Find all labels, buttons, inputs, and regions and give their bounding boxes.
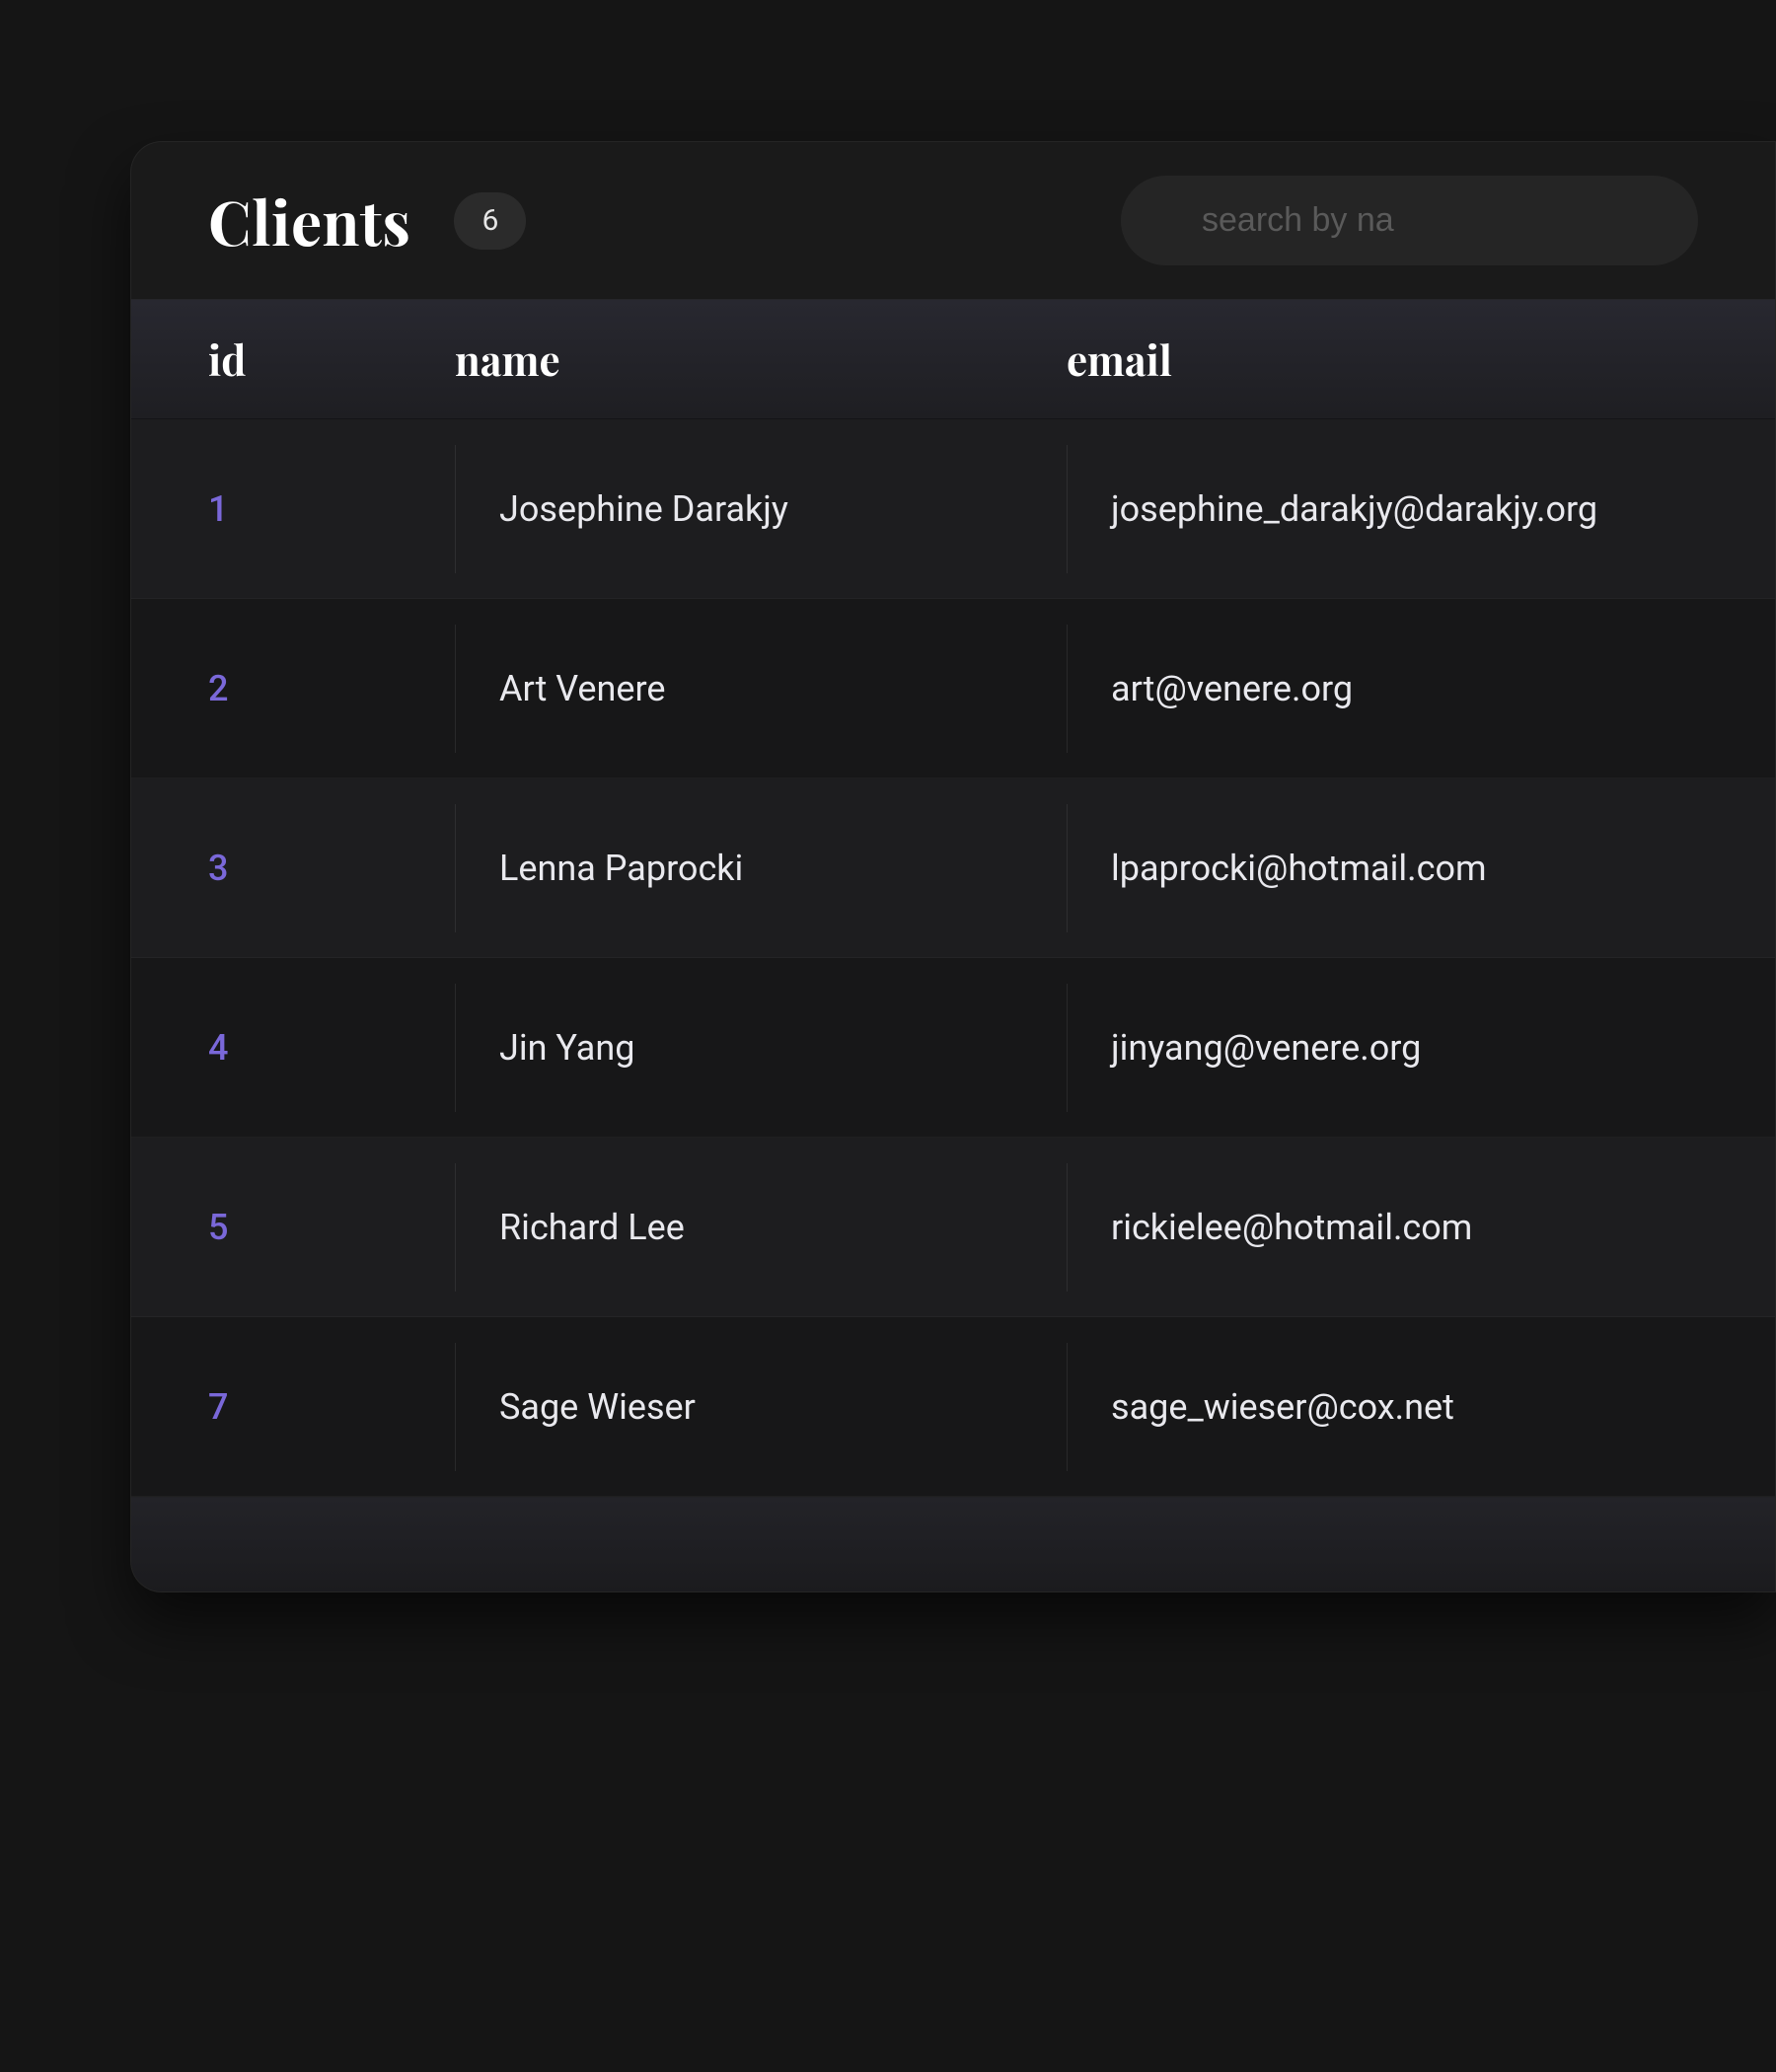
cell-name: Lenna Paprocki [455,804,1067,932]
cell-email: art@venere.org [1067,625,1698,753]
table-row[interactable]: 2 Art Venere art@venere.org [131,599,1775,778]
table-row[interactable]: 4 Jin Yang jinyang@venere.org [131,958,1775,1138]
panel-footer [131,1497,1775,1591]
cell-name: Sage Wieser [455,1343,1067,1471]
table-row[interactable]: 3 Lenna Paprocki lpaprocki@hotmail.com [131,778,1775,958]
cell-id: 3 [208,804,455,932]
cell-email: jinyang@venere.org [1067,984,1698,1112]
cell-id: 4 [208,984,455,1112]
cell-email: josephine_darakjy@darakjy.org [1067,445,1698,573]
cell-email: rickielee@hotmail.com [1067,1163,1698,1292]
count-badge: 6 [454,192,526,250]
table-row[interactable]: 7 Sage Wieser sage_wieser@cox.net [131,1317,1775,1497]
cell-name: Jin Yang [455,984,1067,1112]
cell-id: 7 [208,1343,455,1471]
column-header-id[interactable]: id [208,332,455,387]
cell-id: 5 [208,1163,455,1292]
page-title: Clients [208,180,410,261]
table-header: id name email [131,299,1775,419]
cell-id: 2 [208,625,455,753]
cell-email: lpaprocki@hotmail.com [1067,804,1698,932]
column-header-name[interactable]: name [455,332,1067,387]
table-row[interactable]: 5 Richard Lee rickielee@hotmail.com [131,1138,1775,1317]
cell-name: Richard Lee [455,1163,1067,1292]
cell-id: 1 [208,445,455,573]
clients-panel: Clients 6 id name email 1 Josephine Dara… [130,141,1776,1592]
search-field-wrap[interactable] [1121,176,1698,265]
cell-name: Josephine Darakjy [455,445,1067,573]
table-row[interactable]: 1 Josephine Darakjy josephine_darakjy@da… [131,419,1775,599]
cell-name: Art Venere [455,625,1067,753]
table-body: 1 Josephine Darakjy josephine_darakjy@da… [131,419,1775,1497]
panel-header: Clients 6 [131,142,1775,299]
column-header-email[interactable]: email [1067,332,1698,387]
cell-email: sage_wieser@cox.net [1067,1343,1698,1471]
search-input[interactable] [1202,201,1639,240]
